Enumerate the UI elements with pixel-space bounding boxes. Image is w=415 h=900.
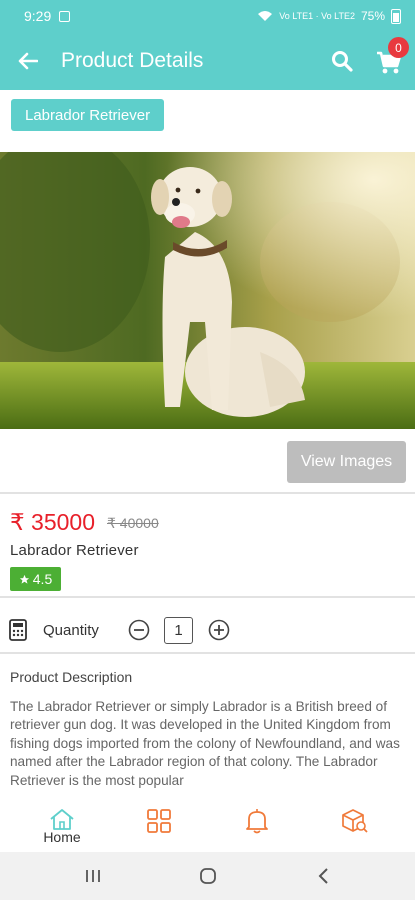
rating-value: 4.5 [32,571,53,587]
quantity-label: Quantity [43,622,99,639]
home-icon [50,809,74,830]
battery-percent: 75% [360,9,385,23]
view-images-button[interactable]: View Images [287,441,406,483]
back-system-button[interactable] [294,852,354,900]
cart-count-badge: 0 [388,37,409,58]
dog-photo [0,152,415,429]
network-indicator: Vo LTE1 · Vo LTE2 [279,11,355,21]
app-bar: Product Details [0,32,415,90]
status-time: 9:29 [24,8,52,24]
gallery-notification-icon [59,10,71,22]
battery-icon [391,8,401,24]
bell-icon [246,809,268,834]
decrease-quantity-button[interactable] [128,619,150,641]
calculator-icon [9,619,27,641]
rating-badge: 4.5 [10,567,61,591]
recent-apps-button[interactable] [63,852,123,900]
breed-tag[interactable]: Labrador Retriever [11,99,165,131]
page-title: Product Details [61,49,204,72]
nav-categories[interactable] [119,796,199,852]
recents-icon [86,870,100,882]
back-arrow-icon [18,52,38,70]
divider [0,492,415,494]
home-system-button[interactable] [178,852,238,900]
divider [0,596,415,598]
star-icon [19,574,29,584]
nav-home-label: Home [43,829,81,845]
status-bar: 9:29 Vo LTE1 · Vo LTE2 75% [0,0,415,32]
nav-orders[interactable] [314,796,394,852]
orders-icon [342,809,368,833]
divider [0,652,415,654]
description-title: Product Description [10,669,133,685]
search-icon [332,51,353,72]
original-price: ₹ 40000 [107,515,159,531]
description-text: The Labrador Retriever or simply Labrado… [10,699,400,788]
nav-notifications[interactable] [217,796,297,852]
wifi-icon [258,11,273,21]
home-circle-icon [200,868,216,884]
quantity-value[interactable]: 1 [164,617,193,644]
system-navigation-bar [0,852,415,900]
product-image[interactable] [0,152,415,429]
search-button[interactable] [326,45,358,77]
quantity-stepper: Quantity 1 [0,612,415,650]
product-price: ₹ 35000 [10,509,95,535]
nav-home[interactable]: Home [22,796,102,852]
chevron-left-icon [318,868,328,884]
status-right: Vo LTE1 · Vo LTE2 75% [257,8,401,24]
bottom-navigation: Home [0,796,415,852]
categories-icon [147,809,171,833]
back-button[interactable] [0,32,56,90]
product-name: Labrador Retriever [10,542,139,559]
increase-quantity-button[interactable] [208,619,230,641]
